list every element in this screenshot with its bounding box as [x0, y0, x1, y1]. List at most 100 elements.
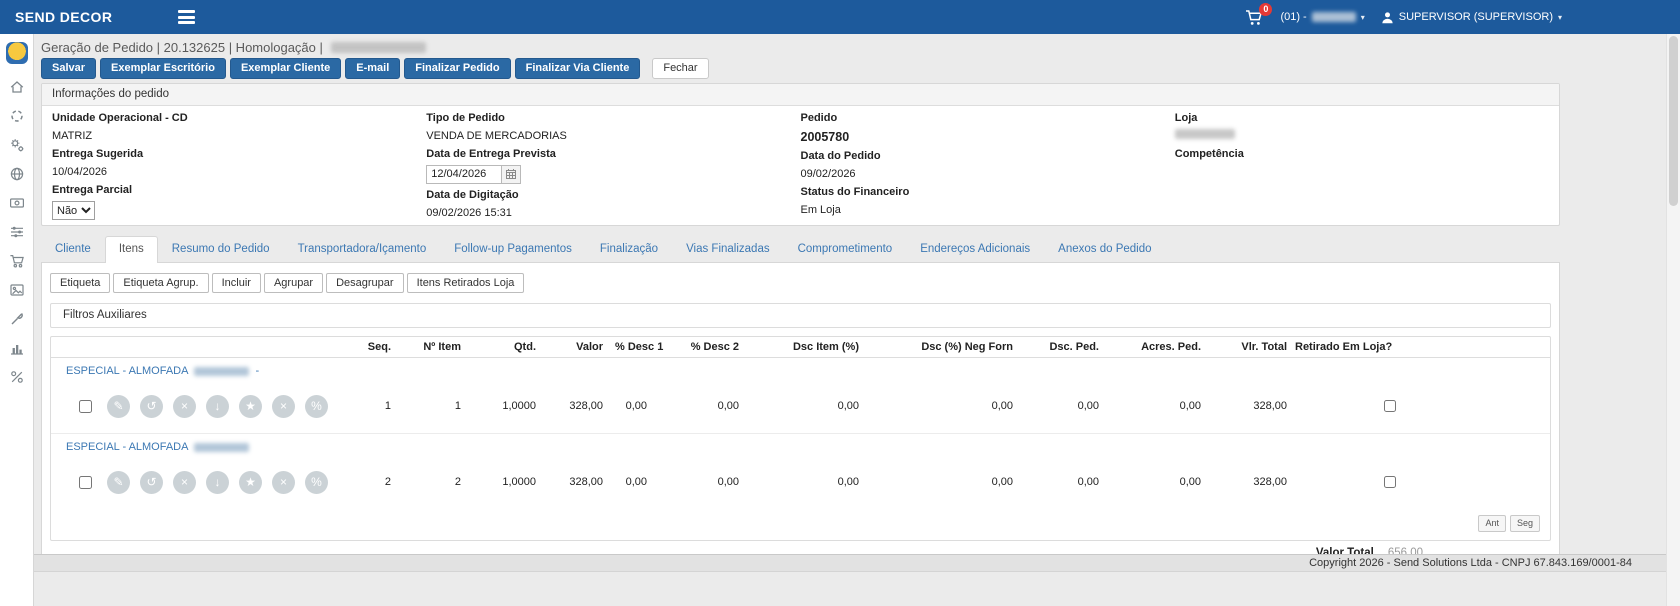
exemplar-escritorio-button[interactable]: Exemplar Escritório [100, 58, 226, 79]
history-icon[interactable]: ↺ [140, 471, 163, 494]
star-icon[interactable]: ★ [239, 395, 262, 418]
field-label: Competência [1175, 148, 1549, 162]
tab-anexos-do-pedido[interactable]: Anexos do Pedido [1044, 236, 1165, 262]
exemplar-cliente-button[interactable]: Exemplar Cliente [230, 58, 341, 79]
etiqueta-button[interactable]: Etiqueta [50, 273, 110, 293]
cell-acres-ped: 0,00 [1105, 379, 1207, 434]
tab-comprometimento[interactable]: Comprometimento [784, 236, 907, 262]
cancel-icon[interactable]: × [272, 395, 295, 418]
agrupar-button[interactable]: Agrupar [264, 273, 323, 293]
sync-icon[interactable] [0, 101, 33, 130]
item-group-link[interactable]: ESPECIAL - ALMOFADA - [66, 365, 259, 377]
sliders-icon[interactable] [0, 217, 33, 246]
cancel-icon[interactable]: × [272, 471, 295, 494]
salvar-button[interactable]: Salvar [41, 58, 96, 79]
field-data-pedido: Data do Pedido 09/02/2026 [801, 150, 1175, 181]
cell-desc1: 0,00 [609, 379, 653, 434]
edit-icon[interactable]: ✎ [107, 471, 130, 494]
item-group-title: ESPECIAL - ALMOFADA [66, 365, 188, 377]
item-group-link[interactable]: ESPECIAL - ALMOFADA [66, 441, 255, 453]
store-selector[interactable]: (01) - ▾ [1280, 11, 1364, 23]
finalizar-pedido-button[interactable]: Finalizar Pedido [404, 58, 510, 79]
itens-retirados-loja-button[interactable]: Itens Retirados Loja [407, 273, 525, 293]
tab-vias-finalizadas[interactable]: Vias Finalizadas [672, 236, 784, 262]
row-select-checkbox[interactable] [79, 400, 92, 413]
globe-icon[interactable] [0, 159, 33, 188]
field-label: Entrega Sugerida [52, 148, 426, 162]
chart-icon[interactable] [0, 333, 33, 362]
col-dsc-item: Dsc Item (%) [745, 337, 865, 358]
navbar-right: 0 (01) - ▾ SUPERVISOR (SUPERVISOR) ▾ [1245, 9, 1562, 26]
table-header-row: Seq. Nº Item Qtd. Valor % Desc 1 % Desc … [51, 337, 1550, 358]
field-pedido: Pedido 2005780 [801, 112, 1175, 145]
tab-enderecos-adicionais[interactable]: Endereços Adicionais [906, 236, 1044, 262]
retirado-em-loja-checkbox[interactable] [1384, 476, 1396, 488]
field-entrega-prevista: Data de Entrega Prevista [426, 148, 800, 184]
order-tabs: Cliente Itens Resumo do Pedido Transport… [41, 236, 1680, 262]
tab-finalizacao[interactable]: Finalização [586, 236, 672, 262]
star-icon[interactable]: ★ [239, 471, 262, 494]
redacted-breadcrumb-text [331, 42, 426, 53]
col-dsc-ped: Dsc. Ped. [1019, 337, 1105, 358]
col-seq: Seq. [351, 337, 397, 358]
brand-logo[interactable]: SEND DECOR [15, 9, 112, 25]
field-unidade-operacional: Unidade Operacional - CD MATRIZ [52, 112, 426, 143]
filtros-auxiliares-header[interactable]: Filtros Auxiliares [50, 303, 1551, 328]
money-icon[interactable] [0, 188, 33, 217]
breadcrumb: Geração de Pedido | 20.132625 | Homologa… [41, 40, 1680, 55]
cell-n-item: 2 [397, 455, 467, 509]
tab-follow-up-pagamentos[interactable]: Follow-up Pagamentos [440, 236, 586, 262]
tab-cliente[interactable]: Cliente [41, 236, 105, 262]
itens-tab-panel: Etiqueta Etiqueta Agrup. Incluir Agrupar… [41, 262, 1560, 566]
scrollbar-thumb[interactable] [1669, 36, 1678, 206]
history-icon[interactable]: ↺ [140, 395, 163, 418]
home-icon[interactable] [0, 72, 33, 101]
finalizar-via-cliente-button[interactable]: Finalizar Via Cliente [515, 58, 641, 79]
wrench-icon[interactable] [0, 304, 33, 333]
sidebar [0, 34, 34, 606]
user-menu[interactable]: SUPERVISOR (SUPERVISOR) ▾ [1381, 11, 1562, 24]
etiqueta-agrup-button[interactable]: Etiqueta Agrup. [113, 273, 208, 293]
delete-icon[interactable]: × [173, 395, 196, 418]
incluir-button[interactable]: Incluir [212, 273, 261, 293]
entrega-prevista-input[interactable] [426, 165, 502, 184]
cell-valor: 328,00 [542, 455, 609, 509]
field-status-financeiro: Status do Financeiro Em Loja [801, 186, 1175, 217]
field-loja: Loja [1175, 112, 1549, 143]
cart-sidebar-icon[interactable] [0, 246, 33, 275]
tab-itens[interactable]: Itens [105, 236, 158, 263]
field-label: Data do Pedido [801, 150, 1175, 164]
item-row: ✎ ↺ × ↓ ★ × % 1 1 1,0000 328 [51, 379, 1550, 434]
delete-icon[interactable]: × [173, 471, 196, 494]
col-dsc-neg-forn: Dsc (%) Neg Forn [865, 337, 1019, 358]
field-label: Pedido [801, 112, 1175, 126]
previous-page-button[interactable]: Ant [1478, 515, 1506, 532]
percent-icon[interactable] [0, 362, 33, 391]
next-page-button[interactable]: Seg [1510, 515, 1540, 532]
download-icon[interactable]: ↓ [206, 395, 229, 418]
image-icon[interactable] [0, 275, 33, 304]
col-retirado-em-loja: Retirado Em Loja? [1293, 337, 1405, 358]
cart-button[interactable]: 0 [1245, 9, 1264, 26]
cell-dsc-neg-forn: 0,00 [865, 455, 1019, 509]
desagrupar-button[interactable]: Desagrupar [326, 273, 403, 293]
cell-dsc-item: 0,00 [745, 379, 865, 434]
cart-badge: 0 [1259, 3, 1272, 16]
vertical-scrollbar[interactable] [1666, 34, 1680, 606]
percent-icon[interactable]: % [305, 395, 328, 418]
calendar-icon[interactable] [502, 165, 521, 184]
tab-resumo-do-pedido[interactable]: Resumo do Pedido [158, 236, 284, 262]
app-logo-icon[interactable] [6, 42, 28, 64]
download-icon[interactable]: ↓ [206, 471, 229, 494]
gears-icon[interactable] [0, 130, 33, 159]
retirado-em-loja-checkbox[interactable] [1384, 400, 1396, 412]
menu-toggle-icon[interactable] [174, 6, 199, 28]
percent-icon[interactable]: % [305, 471, 328, 494]
email-button[interactable]: E-mail [345, 58, 400, 79]
entrega-parcial-select[interactable]: Não [52, 201, 95, 220]
item-row: ✎ ↺ × ↓ ★ × % 2 2 1,0000 328 [51, 455, 1550, 509]
edit-icon[interactable]: ✎ [107, 395, 130, 418]
tab-transportadora-icamento[interactable]: Transportadora/Içamento [284, 236, 441, 262]
fechar-button[interactable]: Fechar [652, 58, 708, 79]
row-select-checkbox[interactable] [79, 476, 92, 489]
